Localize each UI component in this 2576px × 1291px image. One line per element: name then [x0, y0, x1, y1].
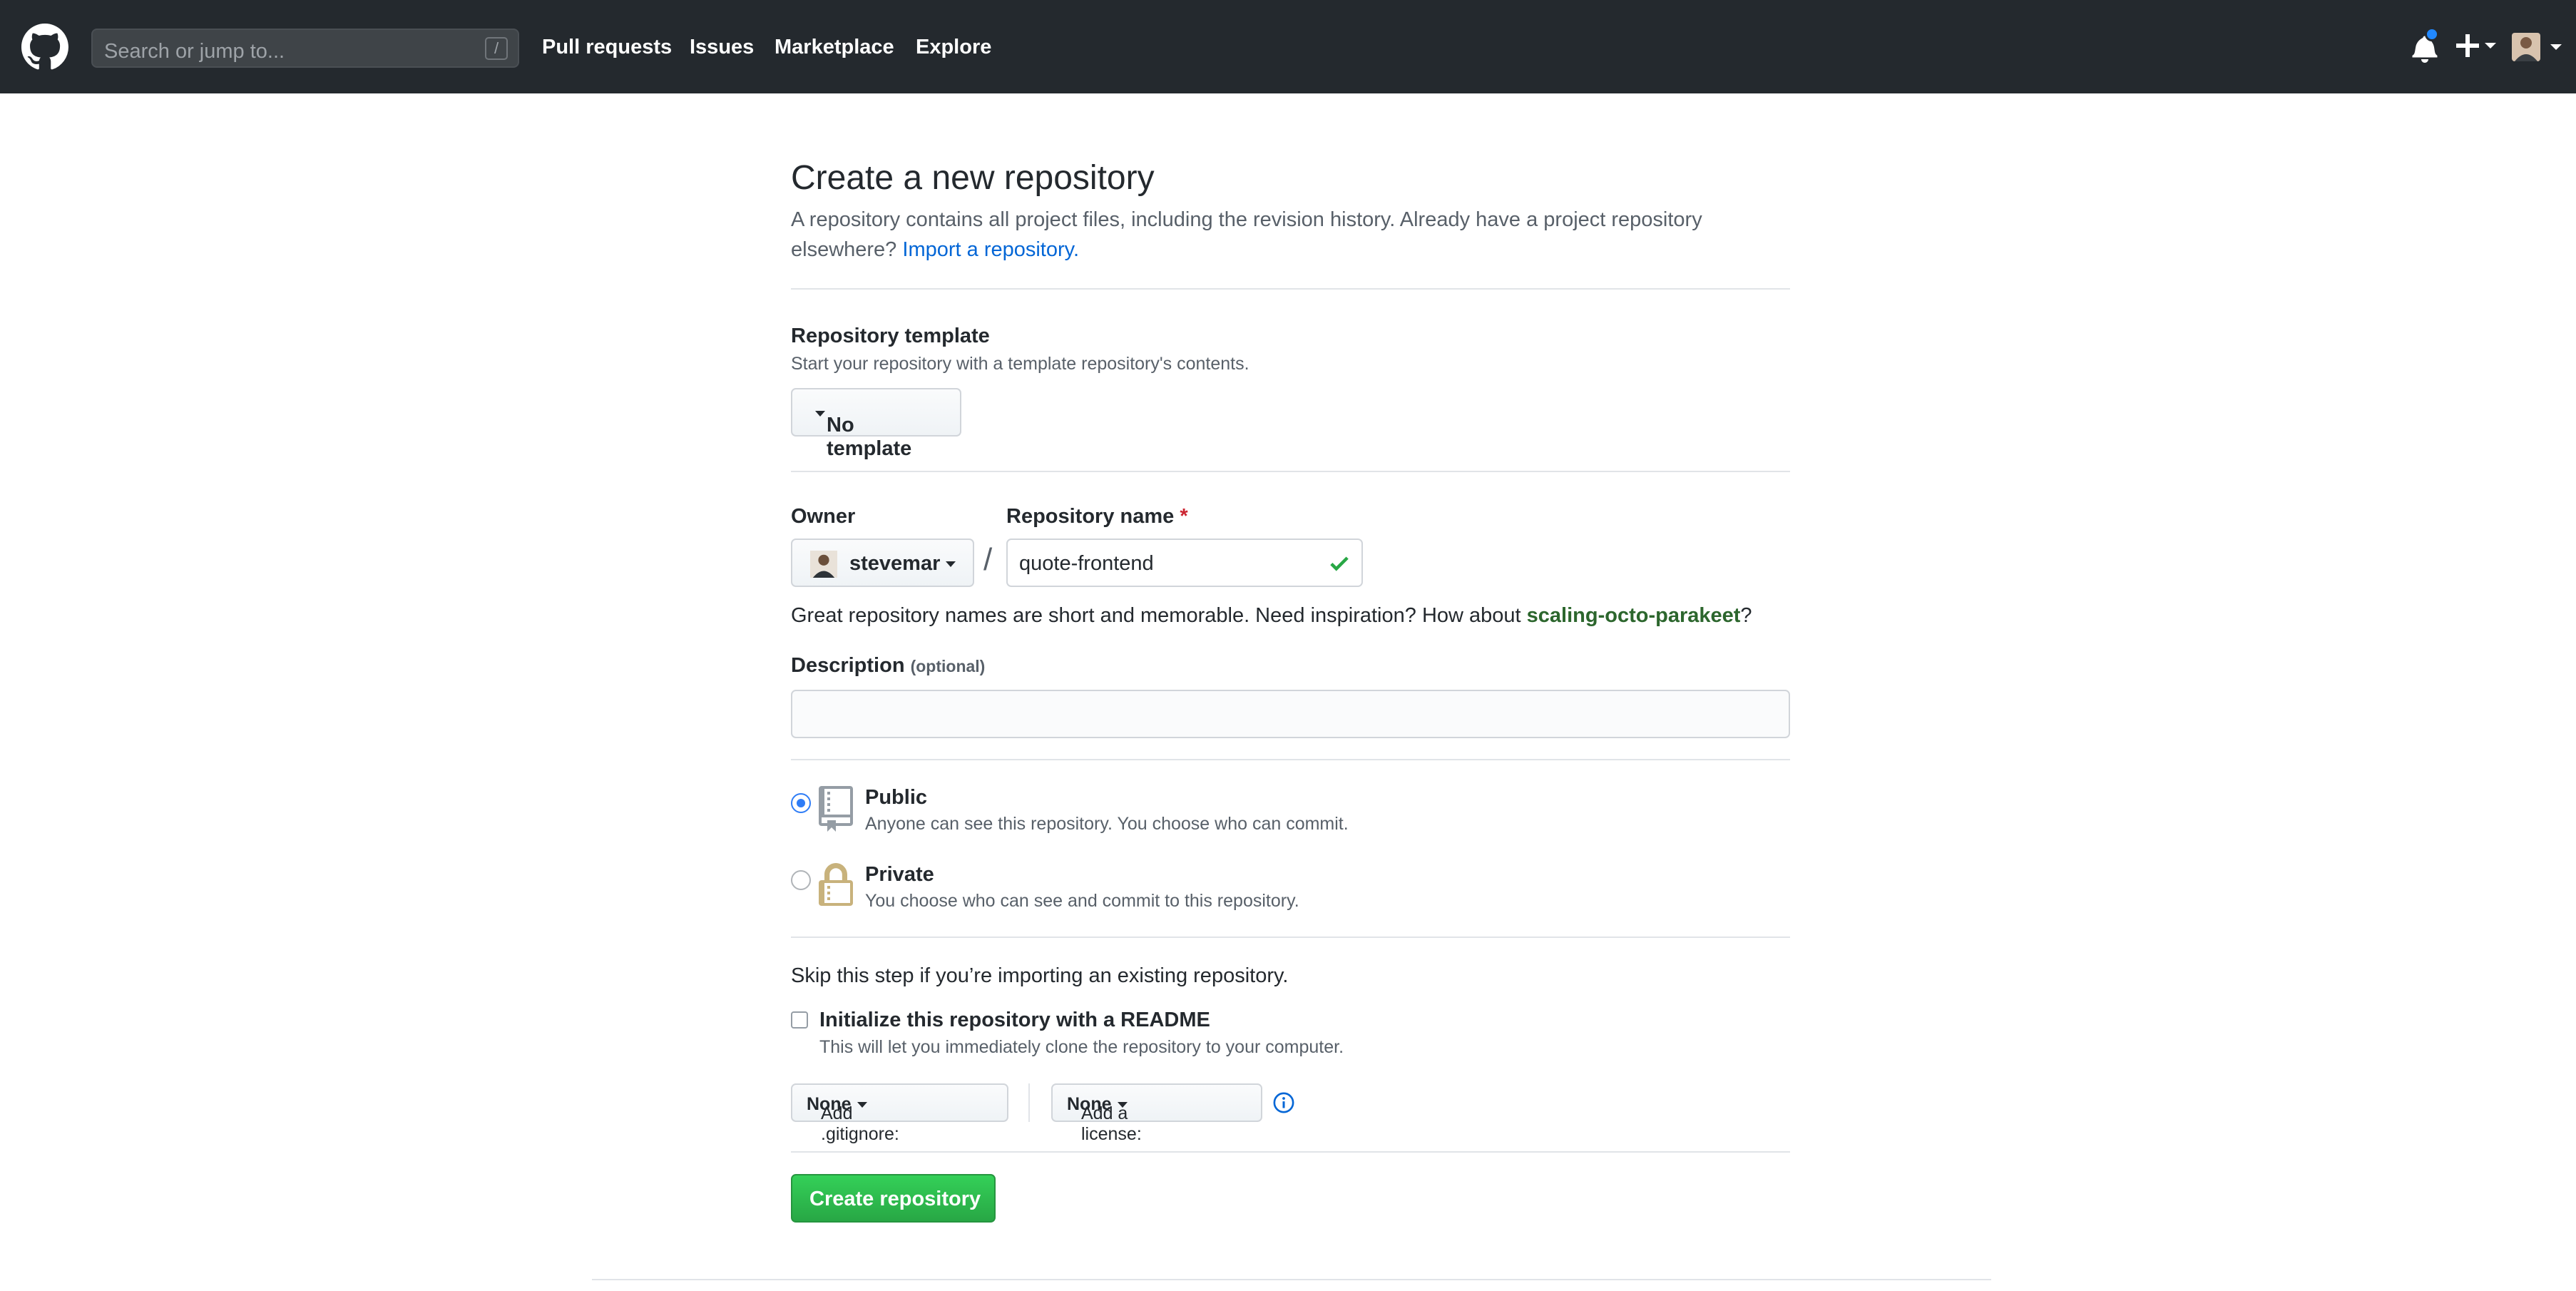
divider: [791, 471, 1790, 472]
repo-name-label: Repository name *: [1006, 505, 1188, 529]
public-description: Anyone can see this repository. You choo…: [865, 814, 1349, 834]
owner-repo-separator: /: [983, 542, 993, 577]
button-separator: [1028, 1083, 1030, 1122]
readme-description: This will let you immediately clone the …: [819, 1037, 1344, 1057]
gitignore-label: Add .gitignore:: [821, 1103, 899, 1144]
optional-tag: (optional): [910, 657, 986, 675]
repo-name-value: quote-frontend: [1019, 552, 1154, 575]
private-description: You choose who can see and commit to thi…: [865, 891, 1299, 911]
nav-pull-requests[interactable]: Pull requests: [542, 36, 672, 59]
private-title: Private: [865, 863, 934, 886]
license-dropdown-button[interactable]: Add a license: None: [1051, 1083, 1262, 1144]
template-note: Start your repository with a template re…: [791, 354, 1249, 374]
search-placeholder: Search or jump to...: [104, 40, 285, 63]
create-repository-button[interactable]: Create repository: [791, 1174, 996, 1223]
private-radio[interactable]: [791, 870, 811, 890]
public-radio[interactable]: [791, 793, 811, 813]
owner-avatar: [810, 551, 837, 578]
check-icon: [1330, 556, 1349, 571]
page-subtitle: A repository contains all project files,…: [791, 205, 1789, 265]
hint-prefix: Great repository names are short and mem…: [791, 604, 1521, 627]
repo-name-label-text: Repository name: [1006, 505, 1175, 528]
skip-step-note: Skip this step if you’re importing an ex…: [791, 964, 1289, 987]
chevron-down-icon: [815, 411, 825, 417]
description-input[interactable]: [791, 690, 1790, 738]
github-logo-icon[interactable]: [21, 24, 68, 71]
nav-issues[interactable]: Issues: [690, 36, 754, 59]
license-label: Add a license:: [1081, 1103, 1142, 1144]
readme-label[interactable]: Initialize this repository with a README: [819, 1009, 1210, 1032]
search-input[interactable]: Search or jump to... /: [91, 29, 519, 68]
chevron-down-icon: [946, 561, 956, 568]
avatar[interactable]: [2510, 31, 2567, 63]
owner-label: Owner: [791, 505, 856, 528]
import-repository-link[interactable]: Import a repository.: [902, 238, 1079, 261]
public-title: Public: [865, 786, 928, 809]
divider: [791, 1151, 1790, 1153]
suggested-name-link[interactable]: scaling-octo-parakeet: [1527, 604, 1741, 627]
repo-name-input[interactable]: quote-frontend: [1006, 539, 1363, 587]
readme-checkbox[interactable]: [791, 1011, 808, 1029]
name-suggestion-hint: Great repository names are short and mem…: [791, 604, 1752, 628]
notification-dot: [2425, 27, 2439, 41]
description-label-text: Description: [791, 654, 905, 677]
nav-explore[interactable]: Explore: [916, 36, 991, 59]
divider: [791, 288, 1790, 290]
hint-suffix: ?: [1740, 604, 1752, 627]
nav-marketplace[interactable]: Marketplace: [775, 36, 894, 59]
search-shortcut-key: /: [485, 37, 508, 60]
owner-name: stevemar: [849, 552, 941, 575]
page-title: Create a new repository: [791, 159, 1155, 197]
owner-dropdown-button[interactable]: stevemar: [791, 539, 974, 587]
template-dropdown-button[interactable]: No template: [791, 388, 961, 460]
template-dropdown-label: No template: [827, 414, 912, 460]
info-icon[interactable]: [1273, 1092, 1294, 1113]
plus-icon[interactable]: [2453, 31, 2496, 60]
template-label: Repository template: [791, 325, 990, 347]
gitignore-dropdown-button[interactable]: Add .gitignore: None: [791, 1083, 1008, 1144]
create-repository-label: Create repository: [809, 1188, 981, 1210]
divider: [791, 759, 1790, 760]
top-header: Search or jump to... / Pull requests Iss…: [0, 0, 2576, 93]
divider: [791, 937, 1790, 938]
repo-icon: [819, 786, 853, 832]
lock-icon: [819, 863, 853, 906]
footer-divider: [592, 1279, 1991, 1280]
required-mark: *: [1180, 505, 1188, 528]
description-label: Description (optional): [791, 654, 985, 678]
